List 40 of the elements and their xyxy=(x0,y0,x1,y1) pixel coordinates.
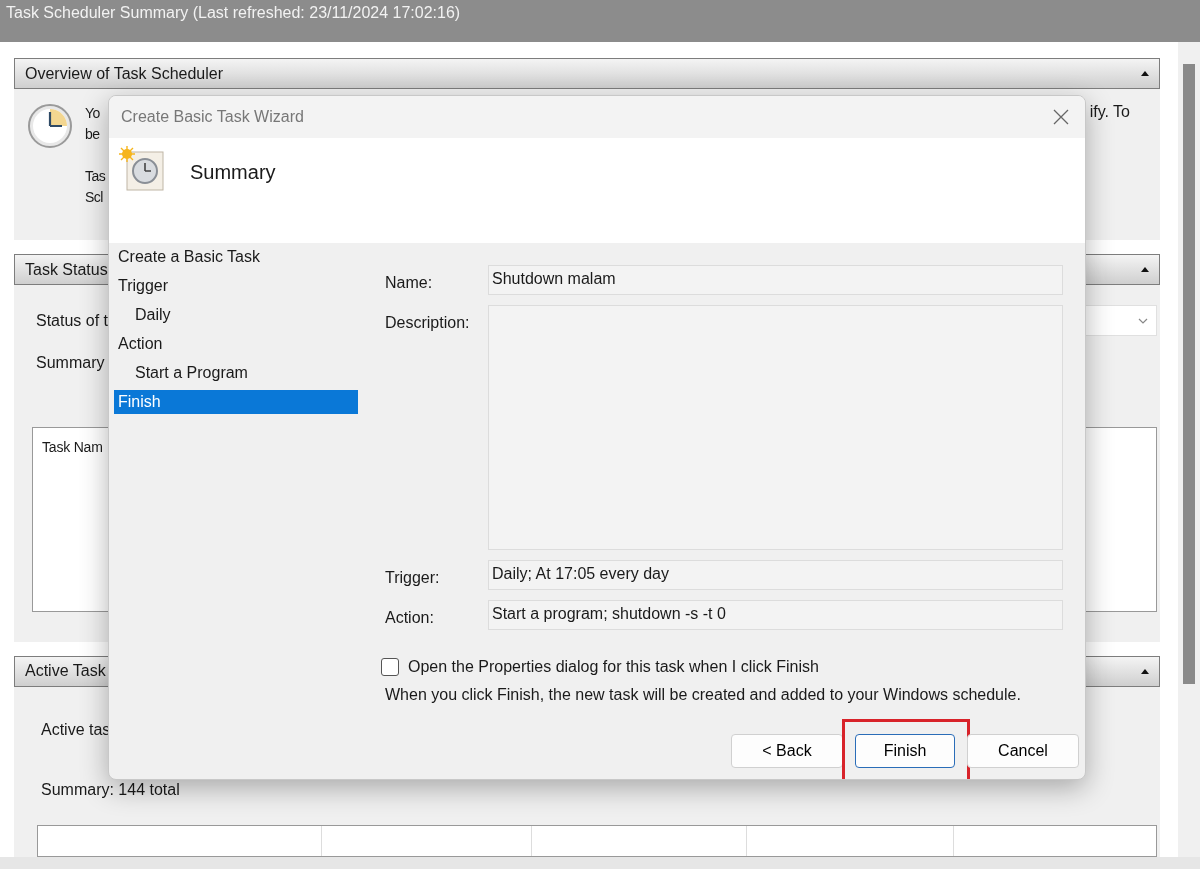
scrollbar[interactable] xyxy=(1178,42,1200,857)
chevron-icon xyxy=(1138,317,1148,324)
finish-note: When you click Finish, the new task will be created and added to your Windows schedule. xyxy=(385,686,1022,704)
wizard-step[interactable]: Finish xyxy=(114,390,358,414)
overview-text: Yo xyxy=(85,104,101,123)
collapse-icon[interactable] xyxy=(1141,267,1149,273)
wizard-step[interactable]: Create a Basic Task xyxy=(114,245,358,269)
dialog-button[interactable]: Finish xyxy=(855,734,955,768)
status-label: Status of t xyxy=(36,311,109,330)
summary-field: Start a program; shutdown -s -t 0 xyxy=(488,600,1063,630)
overview-text: ify. To xyxy=(1089,103,1130,122)
column-header: Task Nam xyxy=(42,439,103,456)
field-label: Trigger: xyxy=(385,568,441,588)
overview-text: Scl xyxy=(85,188,104,207)
close-icon[interactable] xyxy=(1053,109,1069,125)
page-heading: Summary xyxy=(190,161,276,184)
window-title: Task Scheduler Summary (Last refreshed: 23/11/2024 17:02:16) xyxy=(6,4,461,22)
dialog-button[interactable]: < Back xyxy=(731,734,843,768)
scheduled-clock-icon xyxy=(119,146,165,192)
field-label: Description: xyxy=(385,313,471,333)
collapse-icon[interactable] xyxy=(1141,71,1149,76)
overview-text: be xyxy=(85,125,101,144)
checkbox[interactable] xyxy=(381,658,399,676)
wizard-step[interactable]: Daily xyxy=(114,303,358,327)
clock-icon xyxy=(27,103,73,149)
section-header[interactable]: Overview of Task Scheduler xyxy=(14,58,1160,89)
collapse-icon[interactable] xyxy=(1141,668,1149,674)
field-label: Name: xyxy=(385,273,434,293)
summary-field: Daily; At 17:05 every day xyxy=(488,560,1063,590)
field-label: Action: xyxy=(385,608,435,628)
dialog-button[interactable]: Cancel xyxy=(967,734,1079,768)
overview-text: Tas xyxy=(85,167,107,186)
active-tasks-summary: Summary: 144 total xyxy=(41,781,180,799)
summary-field: Shutdown malam xyxy=(488,265,1063,295)
dialog-title: Create Basic Task Wizard xyxy=(121,108,304,126)
summary-label: Summary xyxy=(36,354,105,373)
wizard-step[interactable]: Start a Program xyxy=(114,361,358,385)
wizard-step[interactable]: Action xyxy=(114,332,358,356)
checkbox-label[interactable]: Open the Properties dialog for this task when I click Finish xyxy=(408,658,819,676)
wizard-step[interactable]: Trigger xyxy=(114,274,358,298)
